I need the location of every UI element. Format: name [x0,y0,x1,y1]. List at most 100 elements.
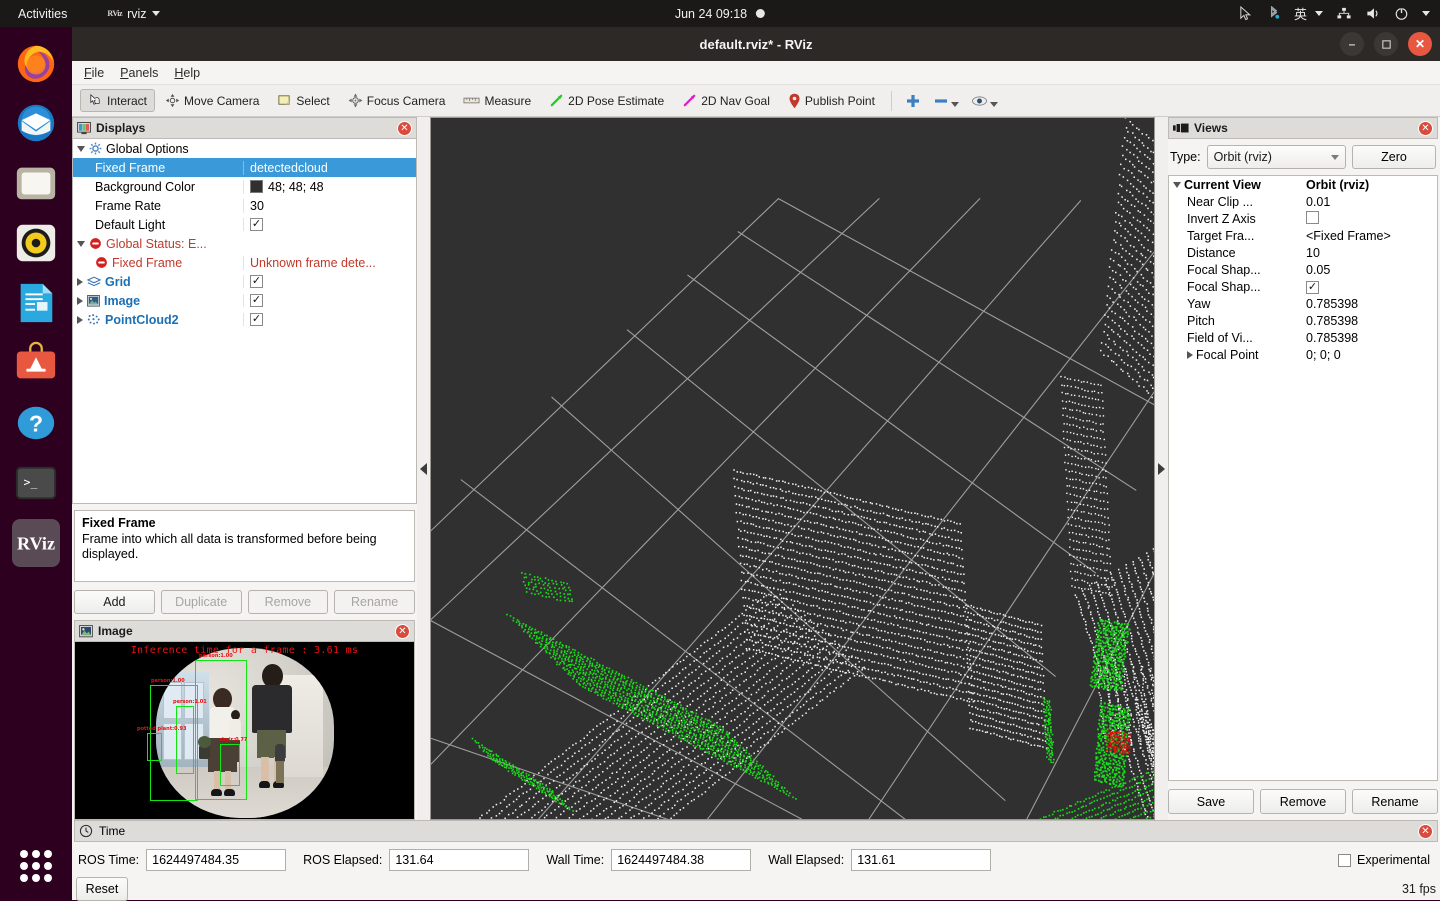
display-tree-row[interactable]: Frame Rate30 [73,196,416,215]
views-checkbox[interactable] [1306,211,1319,224]
volume-icon[interactable] [1365,6,1381,21]
clock-button[interactable]: Jun 24 09:18 [675,7,765,21]
views-tree[interactable]: Current ViewOrbit (rviz)Near Clip ...0.0… [1168,175,1438,781]
time-field-input[interactable]: 1624497484.38 [611,849,751,871]
views-close-button[interactable]: ✕ [1418,121,1433,136]
menu-panels[interactable]: Panels [120,66,158,80]
views-checkbox[interactable]: ✓ [1306,281,1319,294]
dock-item-help[interactable]: ? [12,399,60,447]
display-tree-row[interactable]: Image✓ [73,291,416,310]
tool-measure[interactable]: Measure [455,90,539,112]
chevron-down-icon[interactable] [951,102,959,107]
chevron-down-icon[interactable] [1173,182,1181,188]
dock-item-ubuntu-software[interactable] [12,339,60,387]
collapse-left-icon[interactable] [420,463,427,475]
experimental-checkbox-wrap[interactable]: Experimental [1338,853,1430,867]
views-row-value-cell[interactable]: 0.785398 [1302,314,1437,328]
dock-item-thunderbird[interactable] [12,99,60,147]
cursor-icon[interactable] [1238,6,1253,21]
views-row-value-cell[interactable]: ✓ [1302,279,1437,294]
activities-button[interactable]: Activities [10,5,75,23]
display-row-value-cell[interactable]: Unknown frame dete... [243,256,416,270]
minimize-button[interactable]: – [1340,32,1364,56]
display-tree-row[interactable]: Default Light✓ [73,215,416,234]
display-tree-row[interactable]: Background Color48; 48; 48 [73,177,416,196]
display-tree-row[interactable]: Global Status: E... [73,234,416,253]
views-row-value-cell[interactable]: 0.785398 [1302,297,1437,311]
display-enabled-checkbox[interactable]: ✓ [250,275,263,288]
dock-item-terminal[interactable]: >_ [12,459,60,507]
display-enabled-checkbox[interactable]: ✓ [250,313,263,326]
collapse-right-icon[interactable] [1158,463,1165,475]
views-row-value-cell[interactable]: 0.01 [1302,195,1437,209]
display-row-value-cell[interactable]: ✓ [243,313,416,326]
views-tree-row[interactable]: Current ViewOrbit (rviz) [1169,176,1437,193]
tool-move-camera[interactable]: Move Camera [157,89,267,112]
views-tree-row[interactable]: Pitch0.785398 [1169,312,1437,329]
views-row-value-cell[interactable]: <Fixed Frame> [1302,229,1437,243]
dock-item-rhythmbox[interactable] [12,219,60,267]
views-tree-row[interactable]: Distance10 [1169,244,1437,261]
views-row-value-cell[interactable] [1302,211,1437,227]
view-type-select[interactable]: Orbit (rviz) [1207,145,1346,169]
display-row-value-cell[interactable]: 30 [243,199,416,213]
display-row-value-cell[interactable]: ✓ [243,218,416,231]
views-tree-row[interactable]: Target Fra...<Fixed Frame> [1169,227,1437,244]
ime-icon[interactable]: 英 [1294,4,1323,23]
chevron-down-icon[interactable] [990,102,998,107]
display-row-value-cell[interactable]: ✓ [243,275,416,288]
dock-item-rviz[interactable]: RViz [12,519,60,567]
views-tree-row[interactable]: Focal Point0; 0; 0 [1169,346,1437,363]
views-save-button[interactable]: Save [1168,789,1254,814]
tool-2d-pose-estimate[interactable]: 2D Pose Estimate [541,89,672,112]
tool-select[interactable]: Select [269,89,337,112]
views-row-value-cell[interactable]: 0.05 [1302,263,1437,277]
tool-focus-camera[interactable]: Focus Camera [340,89,454,112]
views-rename-button[interactable]: Rename [1352,789,1438,814]
time-field-input[interactable]: 1624497484.35 [146,849,286,871]
chevron-right-icon[interactable] [77,278,83,286]
views-tree-row[interactable]: Yaw0.785398 [1169,295,1437,312]
tool-visibility[interactable] [966,90,1003,112]
tool-remove-panel[interactable] [928,90,964,112]
dock-item-files[interactable] [12,159,60,207]
app-menu-button[interactable]: RViz rviz [107,7,159,21]
network-icon[interactable] [1336,6,1352,21]
experimental-checkbox[interactable] [1338,854,1351,867]
time-close-button[interactable]: ✕ [1418,824,1433,839]
display-row-value-cell[interactable]: ✓ [243,294,416,307]
display-enabled-checkbox[interactable]: ✓ [250,218,263,231]
time-field-input[interactable]: 131.64 [389,849,529,871]
display-row-value-cell[interactable]: 48; 48; 48 [243,180,416,194]
displays-close-button[interactable]: ✕ [397,121,412,136]
chevron-right-icon[interactable] [77,316,83,324]
menu-file[interactable]: File [84,66,104,80]
views-tree-row[interactable]: Field of Vi...0.785398 [1169,329,1437,346]
tool-interact[interactable]: Interact [80,89,155,112]
display-row-value-cell[interactable]: detectedcloud [243,161,416,175]
tool-publish-point[interactable]: Publish Point [780,89,883,113]
bluetooth-icon[interactable] [1266,6,1281,21]
3d-render-view[interactable] [430,117,1155,820]
left-splitter-handle[interactable] [417,117,430,820]
time-field-input[interactable]: 131.61 [851,849,991,871]
image-close-button[interactable]: ✕ [395,624,410,639]
chevron-down-icon[interactable] [77,241,85,247]
menu-help[interactable]: Help [174,66,200,80]
dock-item-firefox[interactable] [12,39,60,87]
displays-add-button[interactable]: Add [74,590,155,614]
tool-2d-nav-goal[interactable]: 2D Nav Goal [674,89,778,112]
views-tree-row[interactable]: Focal Shap...✓ [1169,278,1437,295]
chevron-down-icon[interactable] [1422,11,1430,16]
chevron-right-icon[interactable] [77,297,83,305]
views-row-value-cell[interactable]: 0; 0; 0 [1302,348,1437,362]
tool-add-panel[interactable] [900,90,926,112]
reset-button[interactable]: Reset [76,877,128,901]
views-row-value-cell[interactable]: 10 [1302,246,1437,260]
display-tree-row[interactable]: PointCloud2✓ [73,310,416,329]
views-tree-row[interactable]: Near Clip ...0.01 [1169,193,1437,210]
displays-tree[interactable]: Global OptionsFixed FramedetectedcloudBa… [72,139,417,504]
display-enabled-checkbox[interactable]: ✓ [250,294,263,307]
views-row-value-cell[interactable]: Orbit (rviz) [1302,178,1437,192]
power-icon[interactable] [1394,6,1409,21]
